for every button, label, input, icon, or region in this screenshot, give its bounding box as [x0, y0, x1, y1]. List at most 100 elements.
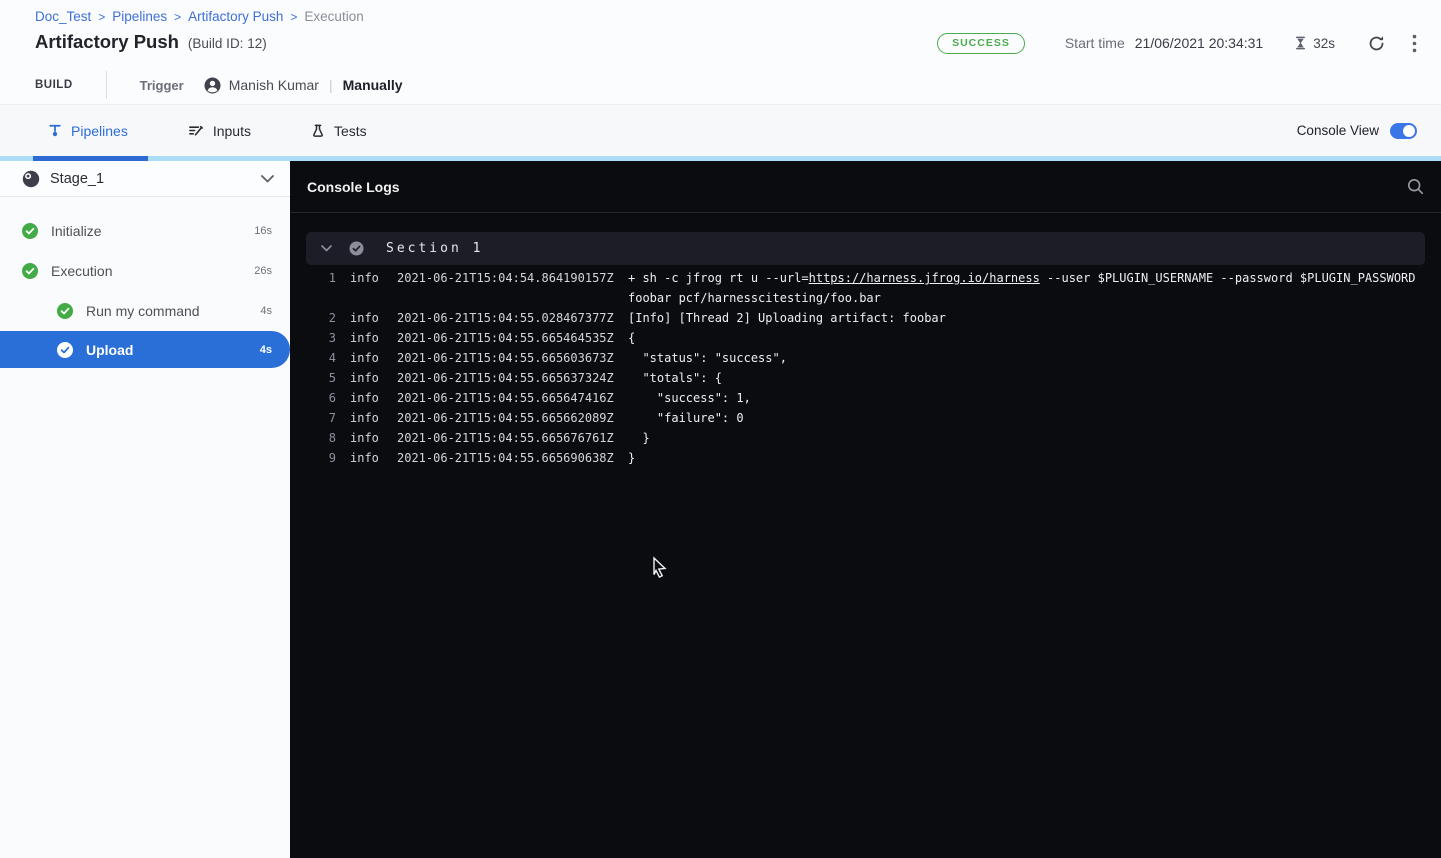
section-success-icon [349, 241, 364, 256]
log-message: { [628, 328, 635, 348]
step-status-icon [57, 342, 73, 358]
trigger-label: Trigger [140, 78, 184, 93]
step-row-run-my-command[interactable]: Run my command4s [0, 291, 290, 331]
log-text: --user $PLUGIN_USERNAME --password $PLUG… [1040, 271, 1416, 285]
log-level: info [350, 368, 380, 388]
page-header: Doc_Test > Pipelines > Artifactory Push … [0, 0, 1441, 104]
log-section-header[interactable]: Section 1 [306, 232, 1425, 265]
stage-name: Stage_1 [50, 171, 104, 187]
log-level: info [350, 408, 380, 428]
log-text: "totals": { [628, 371, 722, 385]
breadcrumb-project[interactable]: Doc_Test [35, 9, 91, 24]
log-text: } [628, 431, 650, 445]
log-row: 5info2021-06-21T15:04:55.665637324Z "tot… [290, 368, 1441, 388]
breadcrumb-separator: > [174, 10, 181, 24]
step-status-icon [22, 223, 38, 239]
tab-pipelines[interactable]: Pipelines [48, 123, 128, 139]
stage-selector[interactable]: Stage_1 [0, 161, 290, 197]
log-text: "status": "success", [628, 351, 787, 365]
tab-tests[interactable]: Tests [311, 123, 367, 139]
console-view-toggle[interactable] [1390, 123, 1417, 139]
hourglass-icon [1293, 35, 1308, 51]
start-time-value: 21/06/2021 20:34:31 [1135, 35, 1263, 51]
log-line-number: 6 [314, 388, 336, 408]
step-row-upload[interactable]: Upload4s [0, 331, 290, 368]
breadcrumb-separator: > [98, 10, 105, 24]
log-timestamp: 2021-06-21T15:04:55.665690638Z [397, 448, 616, 468]
log-message: } [628, 428, 650, 448]
step-label: Execution [51, 263, 112, 279]
log-timestamp: 2021-06-21T15:04:55.028467377Z [397, 308, 616, 328]
log-line-number: 9 [314, 448, 336, 468]
log-text: } [628, 451, 635, 465]
breadcrumb-separator: > [290, 10, 297, 24]
log-timestamp [397, 288, 616, 308]
console-header: Console Logs [290, 161, 1441, 213]
log-row: 4info2021-06-21T15:04:55.665603673Z "sta… [290, 348, 1441, 368]
log-message: [Info] [Thread 2] Uploading artifact: fo… [628, 308, 946, 328]
status-badge: SUCCESS [937, 33, 1025, 54]
search-icon [1407, 178, 1424, 195]
tests-flask-icon [311, 123, 325, 138]
log-text: + sh -c jfrog rt u --url= [628, 271, 809, 285]
trigger-user: Manish Kumar [204, 77, 319, 94]
refresh-button[interactable] [1367, 34, 1386, 53]
tab-inputs[interactable]: Inputs [188, 123, 251, 139]
log-timestamp: 2021-06-21T15:04:54.864190157Z [397, 268, 616, 288]
trigger-type: Manually [343, 77, 403, 93]
log-line-number: 1 [314, 268, 336, 288]
build-id: (Build ID: 12) [188, 36, 267, 51]
log-line-number: 5 [314, 368, 336, 388]
log-text: [Info] [Thread 2] Uploading artifact: fo… [628, 311, 946, 325]
log-row: 6info2021-06-21T15:04:55.665647416Z "suc… [290, 388, 1441, 408]
chevron-down-icon [261, 175, 274, 183]
log-row: 2 info 2021-06-21T15:04:55.028467377Z [Info… [290, 308, 1441, 328]
log-timestamp: 2021-06-21T15:04:55.665662089Z [397, 408, 616, 428]
pipeline-icon [48, 123, 62, 138]
log-row: 3info2021-06-21T15:04:55.665464535Z{ [290, 328, 1441, 348]
tab-label: Pipelines [71, 123, 128, 139]
log-level: info [350, 388, 380, 408]
step-row-execution[interactable]: Execution26s [0, 251, 290, 291]
log-timestamp: 2021-06-21T15:04:55.665603673Z [397, 348, 616, 368]
inputs-icon [188, 123, 204, 138]
log-line-number: 3 [314, 328, 336, 348]
step-row-initialize[interactable]: Initialize16s [0, 211, 290, 251]
step-label: Upload [86, 342, 133, 358]
console-logs-title: Console Logs [307, 179, 400, 195]
log-text: { [628, 331, 635, 345]
section-label: Section 1 [386, 241, 483, 256]
log-timestamp: 2021-06-21T15:04:55.665676761Z [397, 428, 616, 448]
more-options-button[interactable] [1412, 34, 1417, 53]
build-type-label: BUILD [35, 79, 73, 91]
tab-label: Inputs [213, 123, 251, 139]
refresh-icon [1367, 34, 1386, 53]
log-link[interactable]: https://harness.jfrog.io/harness [809, 271, 1040, 285]
log-row: 7info2021-06-21T15:04:55.665662089Z "fai… [290, 408, 1441, 428]
log-message: + sh -c jfrog rt u --url=https://harness… [628, 268, 1416, 288]
step-status-icon [22, 263, 38, 279]
log-row: 1info2021-06-21T15:04:54.864190157Z+ sh … [290, 268, 1441, 288]
log-message: } [628, 448, 635, 468]
kebab-menu-icon [1412, 34, 1417, 53]
log-line-number: 8 [314, 428, 336, 448]
log-text: foobar pcf/harnesscitesting/foo.bar [628, 291, 881, 305]
step-duration: 16s [254, 225, 272, 237]
console-view-label: Console View [1297, 123, 1379, 138]
breadcrumb-pipelines[interactable]: Pipelines [112, 9, 167, 24]
log-text: "success": 1, [628, 391, 751, 405]
log-line-number [314, 288, 336, 308]
log-level: info [350, 348, 380, 368]
step-label: Run my command [86, 303, 200, 319]
tab-bar: Pipelines Inputs Tests Console View [0, 104, 1441, 156]
chevron-down-icon [321, 245, 332, 252]
log-message: "totals": { [628, 368, 722, 388]
log-search-button[interactable] [1407, 178, 1424, 195]
log-line-number: 2 [314, 308, 336, 328]
log-level: info [350, 308, 380, 328]
toggle-knob [1403, 125, 1415, 137]
log-message: "success": 1, [628, 388, 751, 408]
breadcrumb: Doc_Test > Pipelines > Artifactory Push … [35, 9, 364, 24]
breadcrumb-pipeline-name[interactable]: Artifactory Push [188, 9, 283, 24]
log-level: info [350, 328, 380, 348]
